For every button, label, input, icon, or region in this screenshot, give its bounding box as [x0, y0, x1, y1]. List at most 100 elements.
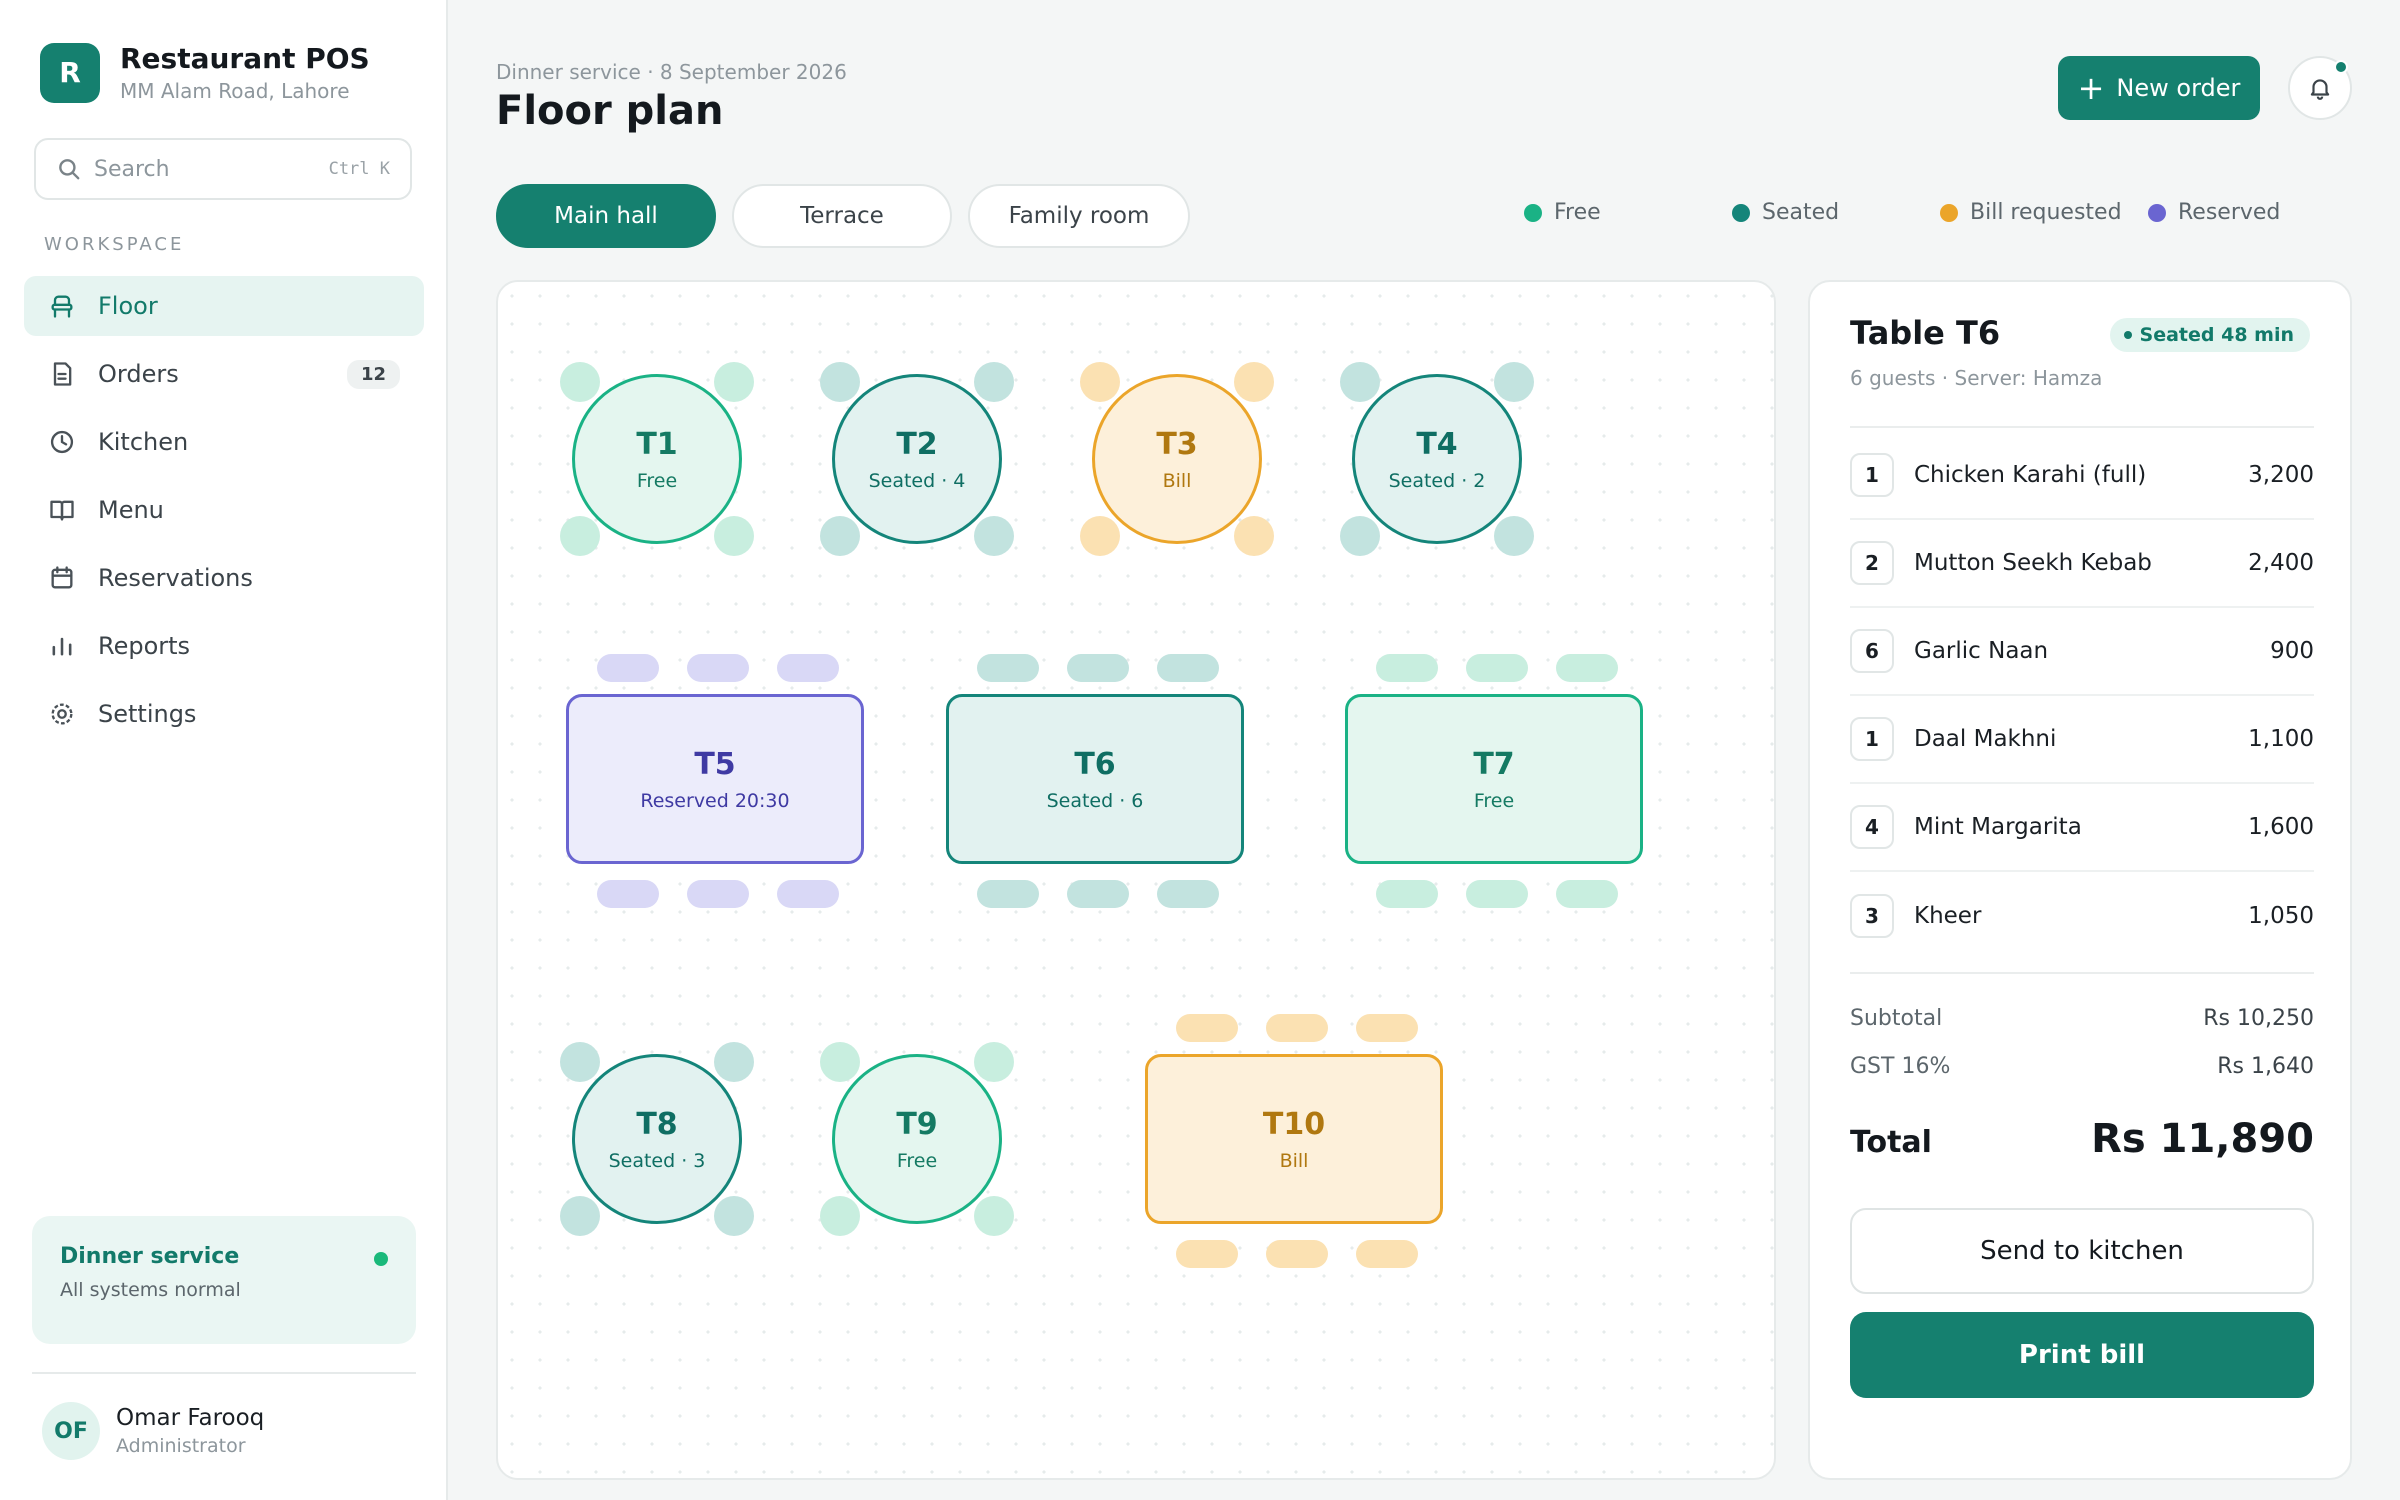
legend-dot	[1732, 203, 1750, 222]
table-t6[interactable]: T6 Seated · 6	[946, 694, 1244, 864]
chair	[714, 1196, 754, 1236]
item-qty: 4	[1850, 805, 1894, 849]
table-t8[interactable]: T8 Seated · 3	[572, 1054, 742, 1224]
table-t9[interactable]: T9 Free	[832, 1054, 1002, 1224]
chair	[820, 516, 860, 556]
sidebar-item-reservations[interactable]: Reservations	[24, 548, 424, 608]
order-table-title: Table T6	[1850, 314, 2001, 352]
item-name: Chicken Karahi (full)	[1914, 462, 2147, 488]
table-t7[interactable]: T7 Free	[1345, 694, 1643, 864]
notifications-button[interactable]	[2288, 56, 2352, 120]
list-item[interactable]: 4 Mint Margarita 1,600	[1850, 784, 2314, 872]
sidebar-item-floor[interactable]: Floor	[24, 276, 424, 336]
chair	[714, 1042, 754, 1082]
status-legend: Free Seated Bill requested Reserved	[1524, 200, 2284, 225]
sidebar-item-kitchen[interactable]: Kitchen	[24, 412, 424, 472]
sidebar-item-reports[interactable]: Reports	[24, 616, 424, 676]
table-status: Free	[1473, 789, 1515, 812]
list-item[interactable]: 2 Mutton Seekh Kebab 2,400	[1850, 520, 2314, 608]
list-item[interactable]: 3 Kheer 1,050	[1850, 872, 2314, 960]
chair	[1176, 1240, 1238, 1268]
table-name: T8	[636, 1106, 678, 1142]
tab-family-room[interactable]: Family room	[968, 184, 1190, 248]
user-role: Administrator	[116, 1435, 246, 1457]
sidebar: R Restaurant POS MM Alam Road, Lahore Ct…	[0, 0, 448, 1500]
table-status: Bill	[1279, 1149, 1309, 1172]
legend-label: Seated	[1762, 200, 1840, 225]
page-eyebrow: Dinner service · 8 September 2026	[496, 60, 847, 84]
chair	[597, 654, 659, 682]
list-item[interactable]: 1 Daal Makhni 1,100	[1850, 696, 2314, 784]
chair	[1067, 654, 1129, 682]
new-order-button[interactable]: + New order	[2058, 56, 2260, 120]
table-t3[interactable]: T3 Bill	[1092, 374, 1262, 544]
chair	[1266, 1240, 1328, 1268]
chair	[820, 362, 860, 402]
legend-label: Bill requested	[1970, 200, 2122, 225]
send-to-kitchen-button[interactable]: Send to kitchen	[1850, 1208, 2314, 1294]
app-logo: R	[40, 42, 100, 103]
legend-item-seated: Seated	[1732, 200, 1940, 225]
page-title: Floor plan	[496, 88, 724, 134]
item-name: Mutton Seekh Kebab	[1914, 550, 2152, 576]
chair	[777, 654, 839, 682]
chair	[687, 880, 749, 908]
table-t1[interactable]: T1 Free	[572, 374, 742, 544]
chair	[560, 1042, 600, 1082]
item-price: 3,200	[2248, 462, 2314, 488]
search-shortcut: Ctrl K	[328, 159, 390, 179]
sidebar-item-orders[interactable]: Orders 12	[24, 344, 424, 404]
print-bill-button[interactable]: Print bill	[1850, 1312, 2314, 1398]
chair	[1466, 654, 1528, 682]
legend-dot	[2148, 203, 2166, 222]
subtotal-label: Subtotal	[1850, 1006, 1943, 1031]
table-name: T7	[1473, 746, 1515, 782]
chair	[560, 1196, 600, 1236]
sidebar-item-label: Menu	[98, 496, 164, 524]
app-subtitle: MM Alam Road, Lahore	[120, 79, 350, 103]
legend-item-reserved: Reserved	[2148, 200, 2280, 225]
chair	[1234, 516, 1274, 556]
table-t2[interactable]: T2 Seated · 4	[832, 374, 1002, 544]
chair	[1556, 880, 1618, 908]
item-price: 2,400	[2248, 550, 2314, 576]
chair	[777, 880, 839, 908]
tab-main-hall[interactable]: Main hall	[496, 184, 716, 248]
table-name: T6	[1074, 746, 1116, 782]
book-icon	[50, 500, 74, 521]
sidebar-item-label: Reports	[98, 632, 191, 660]
floor-canvas: T1 Free T2 Seated · 4 T3 Bill T4 Seated …	[496, 280, 1776, 1480]
item-price: 1,600	[2248, 814, 2314, 840]
list-item[interactable]: 6 Garlic Naan 900	[1850, 608, 2314, 696]
search-box[interactable]: Ctrl K	[34, 138, 412, 200]
chair	[1356, 1240, 1418, 1268]
table-t10[interactable]: T10 Bill	[1145, 1054, 1443, 1224]
table-t4[interactable]: T4 Seated · 2	[1352, 374, 1522, 544]
table-status: Free	[896, 1149, 938, 1172]
user-divider	[32, 1372, 416, 1374]
receipt-icon	[53, 362, 72, 386]
clock-icon	[50, 430, 74, 454]
brand: R Restaurant POS MM Alam Road, Lahore	[40, 42, 370, 103]
sidebar-item-settings[interactable]: Settings	[24, 684, 424, 744]
table-name: T1	[636, 426, 678, 462]
sidebar-item-menu[interactable]: Menu	[24, 480, 424, 540]
item-qty: 1	[1850, 717, 1894, 761]
list-item[interactable]: 1 Chicken Karahi (full) 3,200	[1850, 432, 2314, 520]
chair	[1176, 1014, 1238, 1042]
user-profile[interactable]: OF Omar Farooq Administrator	[42, 1402, 264, 1460]
chair	[1340, 362, 1380, 402]
legend-label: Free	[1554, 200, 1601, 225]
app-title: Restaurant POS	[120, 42, 370, 75]
legend-item-bill-requested: Bill requested	[1940, 200, 2148, 225]
search-input[interactable]	[94, 156, 294, 182]
table-status: Seated · 2	[1388, 469, 1486, 492]
tab-terrace[interactable]: Terrace	[732, 184, 952, 248]
chair	[714, 362, 754, 402]
chair	[977, 880, 1039, 908]
chair	[974, 1196, 1014, 1236]
sidebar-item-label: Floor	[98, 292, 158, 320]
table-t5[interactable]: T5 Reserved 20:30	[566, 694, 864, 864]
chair	[1376, 654, 1438, 682]
plus-icon: +	[2077, 69, 2105, 107]
